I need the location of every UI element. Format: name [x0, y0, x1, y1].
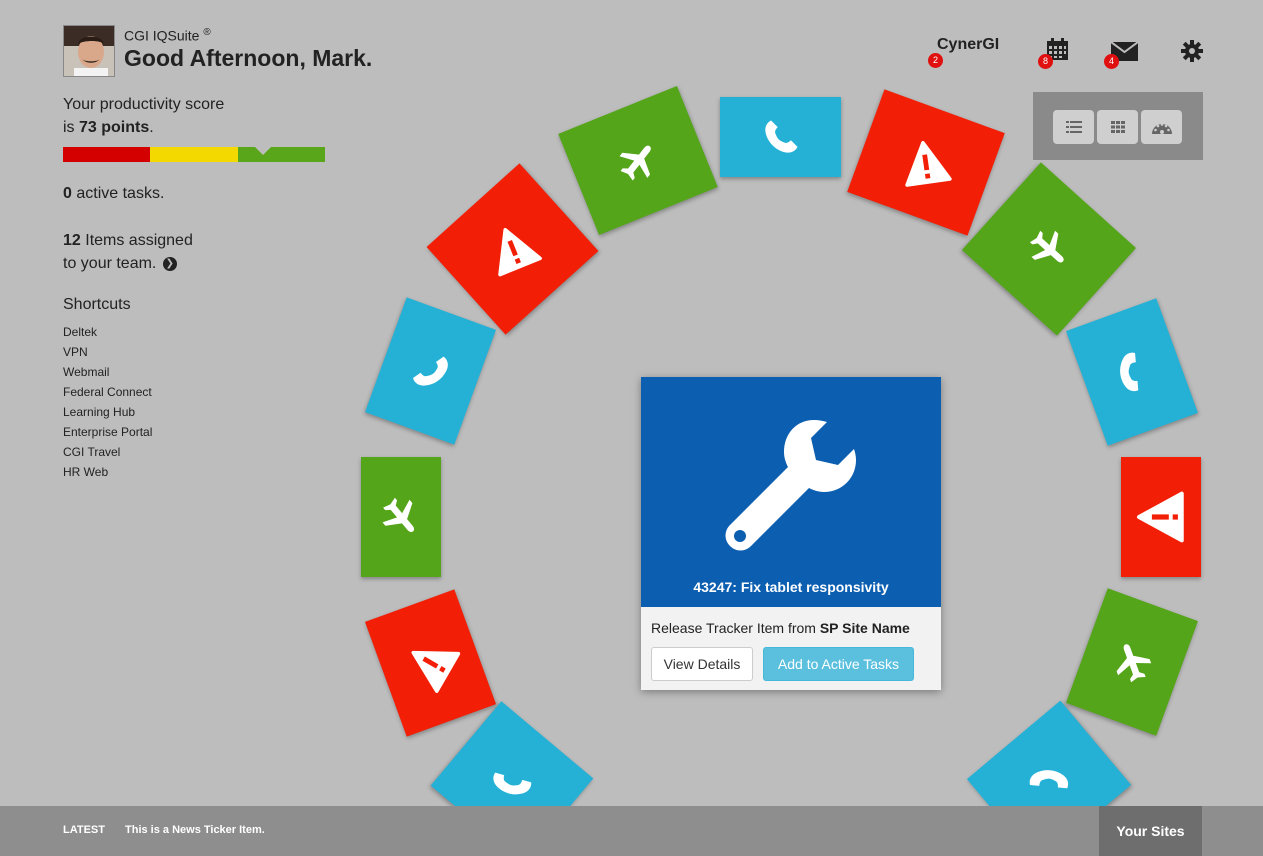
mail-badge: 4 — [1104, 54, 1119, 69]
travel-tile[interactable] — [361, 457, 441, 577]
calendar-badge: 8 — [1038, 54, 1053, 69]
dashboard-view-button[interactable] — [1141, 110, 1182, 144]
app-brand: CGI IQSuite ® — [124, 27, 211, 44]
card-title: 43247: Fix tablet responsivity — [693, 579, 889, 595]
alert-tile[interactable] — [426, 163, 599, 335]
phone-tile[interactable] — [1066, 298, 1198, 446]
dashboard-icon — [1151, 122, 1172, 134]
shortcut-link[interactable]: Deltek — [63, 322, 152, 342]
user-avatar[interactable] — [63, 25, 115, 77]
gear-icon[interactable] — [1181, 40, 1203, 67]
score-pointer — [255, 147, 271, 155]
shortcut-link[interactable]: Federal Connect — [63, 382, 152, 402]
score-bar — [63, 147, 325, 162]
wrench-icon — [725, 420, 856, 551]
plane-icon — [607, 130, 669, 192]
cynergi-badge: 2 — [928, 53, 943, 68]
shortcut-link[interactable]: Learning Hub — [63, 402, 152, 422]
productivity-score: Your productivity score is 73 points. — [63, 96, 225, 136]
shortcut-link[interactable]: HR Web — [63, 462, 152, 482]
shortcut-link[interactable]: CGI Travel — [63, 442, 152, 462]
alert-tile[interactable] — [1121, 457, 1201, 577]
phone-icon — [405, 346, 456, 397]
task-detail-card: 43247: Fix tablet responsivity Release T… — [641, 377, 941, 690]
score-bar-red — [63, 147, 151, 162]
phone-tile[interactable] — [365, 297, 496, 445]
plane-icon — [1018, 218, 1080, 280]
shortcut-link[interactable]: Enterprise Portal — [63, 422, 152, 442]
alert-icon — [1135, 491, 1187, 543]
alert-icon — [481, 218, 543, 280]
greeting-heading: Good Afternoon, Mark. — [124, 45, 373, 71]
travel-tile[interactable] — [558, 85, 718, 236]
list-icon — [1065, 121, 1082, 133]
phone-icon — [482, 752, 542, 812]
phone-icon — [759, 115, 803, 159]
phone-icon — [1018, 751, 1080, 813]
score-label: Your productivity score — [63, 96, 225, 113]
news-ticker: LATEST This is a News Ticker Item. Your … — [0, 806, 1263, 856]
travel-tile[interactable] — [961, 162, 1137, 336]
view-switcher — [1033, 92, 1203, 160]
phone-icon — [1101, 341, 1163, 403]
chevron-right-icon[interactable]: ❯ — [162, 256, 177, 271]
plane-icon — [370, 486, 432, 548]
travel-tile[interactable] — [1066, 588, 1198, 736]
shortcut-link[interactable]: VPN — [63, 342, 152, 362]
cynergi-link[interactable]: CynerGI — [937, 36, 999, 54]
shortcut-link[interactable]: Webmail — [63, 362, 152, 382]
ticker-item[interactable]: This is a News Ticker Item. — [125, 824, 265, 836]
card-subtitle: Release Tracker Item from SP Site Name — [651, 620, 910, 636]
score-value: 73 points — [79, 119, 150, 136]
ticker-label: LATEST — [63, 824, 105, 836]
alert-icon — [398, 630, 464, 696]
your-sites-button[interactable]: Your Sites — [1099, 806, 1202, 856]
add-to-active-tasks-button[interactable]: Add to Active Tasks — [763, 647, 914, 681]
alert-tile[interactable] — [365, 589, 496, 737]
shortcuts-heading: Shortcuts — [63, 296, 131, 313]
phone-tile[interactable] — [720, 97, 841, 177]
alert-tile[interactable] — [847, 89, 1005, 236]
plane-icon — [1104, 634, 1160, 690]
grid-icon — [1110, 121, 1125, 133]
shortcuts-list: Deltek VPN Webmail Federal Connect Learn… — [63, 322, 152, 482]
list-view-button[interactable] — [1053, 110, 1094, 144]
team-items: 12 Items assigned to your team. ❯ — [63, 232, 193, 272]
card-header: 43247: Fix tablet responsivity — [641, 377, 941, 607]
avatar-photo — [64, 26, 114, 76]
active-tasks: 0 active tasks. — [63, 185, 165, 202]
alert-icon — [899, 135, 953, 189]
grid-view-button[interactable] — [1097, 110, 1138, 144]
view-details-button[interactable]: View Details — [651, 647, 753, 681]
score-bar-yellow — [150, 147, 238, 162]
score-bar-green — [237, 147, 325, 162]
